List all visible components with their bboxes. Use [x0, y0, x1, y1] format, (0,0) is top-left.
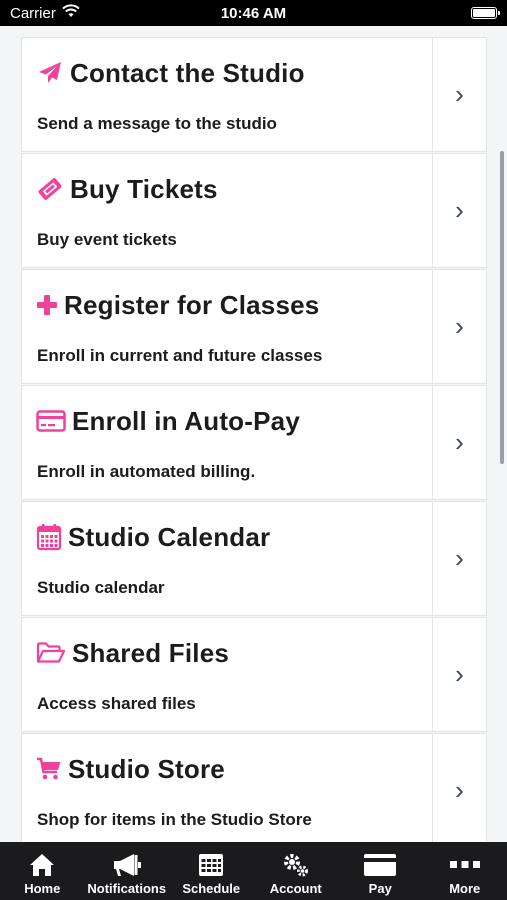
chevron-right-icon[interactable]: › — [433, 618, 486, 731]
tab-label: Home — [24, 881, 61, 896]
tab-label: Notifications — [87, 881, 167, 896]
menu-item-title: Contact the Studio — [70, 57, 305, 88]
menu-item-buy-tickets[interactable]: Buy Tickets Buy event tickets › — [21, 153, 487, 268]
chevron-right-icon[interactable]: › — [433, 38, 486, 151]
chevron-right-icon[interactable]: › — [433, 502, 486, 615]
carrier-label: Carrier — [10, 4, 56, 22]
menu-item-register-classes[interactable]: Register for Classes Enroll in current a… — [21, 269, 487, 384]
menu-item-subtitle: Enroll in current and future classes — [37, 346, 323, 365]
battery-icon — [471, 7, 500, 19]
menu-item-title: Enroll in Auto-Pay — [72, 405, 300, 436]
schedule-icon — [198, 852, 224, 878]
menu-item-studio-calendar[interactable]: Studio Calendar Studio calendar › — [21, 501, 487, 616]
card-icon — [363, 852, 397, 878]
menu-item-subtitle: Access shared files — [37, 694, 196, 713]
status-bar: Carrier 10:46 AM — [0, 0, 507, 26]
credit-card-icon — [36, 407, 66, 435]
tab-label: Schedule — [182, 881, 241, 896]
shopping-cart-icon — [36, 755, 62, 783]
menu-item-subtitle: Buy event tickets — [37, 230, 177, 249]
chevron-right-icon[interactable]: › — [433, 270, 486, 383]
wifi-icon — [62, 4, 80, 22]
tab-schedule[interactable]: Schedule — [169, 842, 254, 900]
tab-label: Pay — [368, 881, 392, 896]
tab-label: More — [449, 881, 481, 896]
tab-notifications[interactable]: Notifications — [85, 842, 170, 900]
menu-item-subtitle: Shop for items in the Studio Store — [37, 810, 312, 829]
tab-more[interactable]: More — [423, 842, 507, 900]
menu-item-title: Studio Store — [68, 753, 225, 784]
more-icon — [449, 852, 481, 878]
menu-item-body: Contact the Studio Send a message to the… — [22, 38, 433, 151]
menu-item-title: Studio Calendar — [68, 521, 271, 552]
tab-account[interactable]: Account — [254, 842, 339, 900]
megaphone-icon — [112, 852, 142, 878]
menu-item-title: Shared Files — [72, 637, 230, 668]
chevron-right-icon[interactable]: › — [433, 154, 486, 267]
folder-open-icon — [36, 639, 66, 667]
tab-home[interactable]: Home — [0, 842, 85, 900]
menu-item-title: Buy Tickets — [70, 173, 218, 204]
menu-item-subtitle: Enroll in automated billing. — [37, 462, 256, 481]
menu-item-contact-studio[interactable]: Contact the Studio Send a message to the… — [21, 37, 487, 152]
tab-label: Account — [269, 881, 322, 896]
menu-item-body: Enroll in Auto-Pay Enroll in automated b… — [22, 386, 433, 499]
gears-icon — [282, 852, 310, 878]
plus-icon — [36, 291, 58, 319]
menu-item-body: Buy Tickets Buy event tickets — [22, 154, 433, 267]
menu-item-auto-pay[interactable]: Enroll in Auto-Pay Enroll in automated b… — [21, 385, 487, 500]
menu-item-subtitle: Studio calendar — [37, 578, 165, 597]
paper-plane-icon — [36, 59, 64, 87]
main-content[interactable]: Contact the Studio Send a message to the… — [0, 26, 507, 842]
tab-pay[interactable]: Pay — [338, 842, 423, 900]
ticket-icon — [36, 175, 64, 203]
menu-item-body: Studio Store Shop for items in the Studi… — [22, 734, 433, 842]
scrollbar[interactable] — [500, 151, 504, 464]
chevron-right-icon[interactable]: › — [433, 386, 486, 499]
menu-item-title: Register for Classes — [64, 289, 320, 320]
chevron-right-icon[interactable]: › — [433, 734, 486, 842]
menu-item-body: Studio Calendar Studio calendar — [22, 502, 433, 615]
home-icon — [29, 852, 55, 878]
calendar-icon — [36, 523, 62, 551]
menu-list: Contact the Studio Send a message to the… — [21, 37, 487, 842]
menu-item-studio-store[interactable]: Studio Store Shop for items in the Studi… — [21, 733, 487, 842]
menu-item-body: Shared Files Access shared files — [22, 618, 433, 731]
menu-item-subtitle: Send a message to the studio — [37, 114, 277, 133]
tab-bar: Home Notifications Schedule Account Pay … — [0, 842, 507, 900]
menu-item-shared-files[interactable]: Shared Files Access shared files › — [21, 617, 487, 732]
menu-item-body: Register for Classes Enroll in current a… — [22, 270, 433, 383]
